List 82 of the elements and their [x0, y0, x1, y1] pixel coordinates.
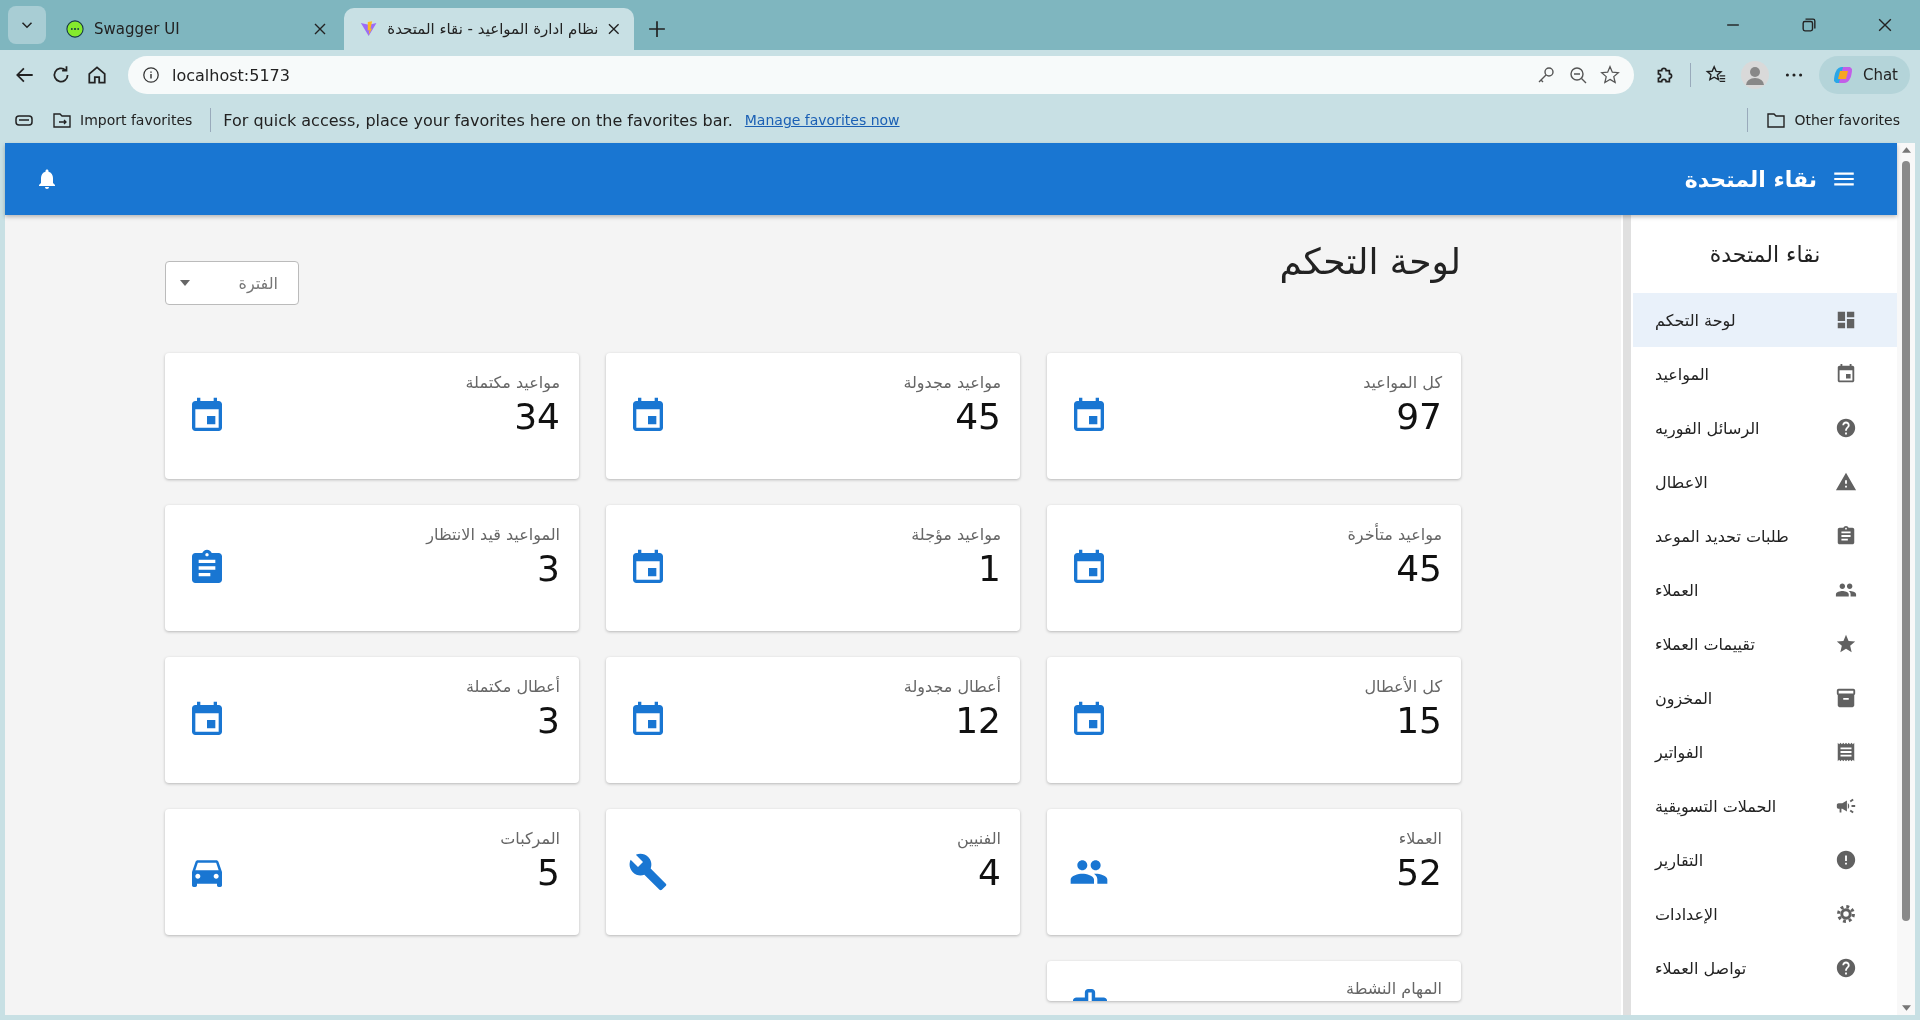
settings-icon: [1835, 903, 1857, 925]
clipboard-icon: [1835, 525, 1857, 547]
dropdown-icon: [180, 280, 190, 286]
chat-button[interactable]: Chat: [1818, 56, 1910, 94]
sidebar-item[interactable]: الاعطال: [1633, 455, 1897, 509]
period-select[interactable]: الفترة: [165, 261, 299, 305]
other-favorites-button[interactable]: Other favorites: [1760, 106, 1906, 134]
folder-icon: [1766, 110, 1787, 130]
scroll-down-icon[interactable]: [1901, 1005, 1911, 1011]
dashboard-icon: [1835, 309, 1857, 331]
sidebar-item[interactable]: الرسائل الفوريه: [1633, 401, 1897, 455]
sidebar-item[interactable]: العملاء: [1633, 563, 1897, 617]
stat-value: 45: [1396, 548, 1442, 589]
zoom-out-icon[interactable]: [1567, 65, 1588, 85]
stat-value: 4: [978, 852, 1001, 893]
stat-value: 5: [537, 852, 560, 893]
favorites-message: For quick access, place your favorites here on the favorites bar.: [223, 110, 733, 130]
stat-value: 3: [537, 548, 560, 589]
stat-label: المهام النشطة: [1346, 979, 1442, 998]
info-icon: [142, 66, 160, 84]
address-bar[interactable]: localhost:5173: [128, 56, 1634, 94]
sidebar-item[interactable]: الفواتير: [1633, 725, 1897, 779]
wrench-icon: [628, 852, 668, 892]
stat-label: المركبات: [500, 829, 560, 848]
restore-icon[interactable]: [1802, 18, 1816, 32]
stat-label: أعطال مجدولة: [903, 677, 1001, 696]
stat-value: 52: [1396, 852, 1442, 893]
archive-icon: [1835, 687, 1857, 709]
stat-label: مواعيد مؤجلة: [911, 525, 1001, 544]
stat-label: الفنيين: [956, 829, 1001, 848]
star-icon[interactable]: [1599, 65, 1620, 85]
stat-label: كل الأعطال: [1364, 677, 1442, 696]
sidebar-item[interactable]: طلبات تحديد الموعد: [1633, 509, 1897, 563]
stat-label: مواعيد متأخرة: [1347, 525, 1442, 544]
page-title: لوحة التحكم: [1279, 241, 1461, 282]
sidebar-item[interactable]: الحملات التسويقية: [1633, 779, 1897, 833]
star-icon: [1835, 633, 1857, 655]
stat-label: مواعيد مجدولة: [903, 373, 1001, 392]
close-icon[interactable]: [1878, 18, 1892, 32]
sidebar-item[interactable]: تقييمات العملاء: [1633, 617, 1897, 671]
new-tab-icon[interactable]: [648, 20, 666, 38]
avatar-icon[interactable]: [1740, 61, 1769, 89]
stat-value: 45: [955, 396, 1001, 437]
browser-tab[interactable]: Swagger UI: [50, 8, 340, 50]
vite-icon: [360, 20, 378, 38]
app-title: نقاء المتحدة: [1684, 166, 1817, 192]
close-icon[interactable]: [608, 23, 620, 35]
help-icon: [1835, 957, 1857, 979]
import-favorites-button[interactable]: Import favorites: [46, 106, 199, 134]
scrollbar-thumb[interactable]: [1902, 161, 1910, 921]
stat-value: 97: [1396, 396, 1442, 437]
stat-label: أعطال مكتملة: [465, 677, 560, 696]
alert-icon: [1835, 849, 1857, 871]
help-icon: [1835, 417, 1857, 439]
stat-value: 1: [978, 548, 1001, 589]
warning-icon: [1835, 471, 1857, 493]
stat-label: كل المواعيد: [1363, 373, 1442, 392]
stat-label: مواعيد مكتملة: [465, 373, 560, 392]
sidebar-item[interactable]: التقارير: [1633, 833, 1897, 887]
stat-value: 12: [955, 700, 1001, 741]
home-icon[interactable]: [86, 64, 108, 86]
stat-label: المواعيد قيد الانتظار: [426, 525, 560, 544]
calendar-icon: [1835, 363, 1857, 385]
stat-value: 15: [1396, 700, 1442, 741]
sidebar-item[interactable]: الإعدادات: [1633, 887, 1897, 941]
sidebar-item[interactable]: المخزون: [1633, 671, 1897, 725]
sidebar-item[interactable]: لوحة التحكم: [1633, 293, 1897, 347]
scrollbar[interactable]: [1623, 215, 1631, 1015]
sidebar-title: نقاء المتحدة: [1708, 240, 1822, 269]
stat-value: 34: [514, 396, 560, 437]
folder-icon: [52, 110, 72, 130]
scroll-up-icon[interactable]: [1901, 147, 1911, 153]
sidebar-item[interactable]: تواصل العملاء: [1633, 941, 1897, 995]
swagger-icon: [66, 20, 84, 38]
stat-value: 3: [537, 700, 560, 741]
receipt-icon: [1835, 741, 1857, 763]
close-icon[interactable]: [314, 23, 326, 35]
manage-favorites-link[interactable]: Manage favorites now: [744, 112, 900, 128]
sidebar-item[interactable]: المواعيد: [1633, 347, 1897, 401]
browser-tab[interactable]: نظام ادارة المواعيد - نقاء المتحدة: [344, 8, 634, 50]
scrollbar[interactable]: [1897, 143, 1915, 1015]
stat-label: العملاء: [1398, 829, 1442, 848]
